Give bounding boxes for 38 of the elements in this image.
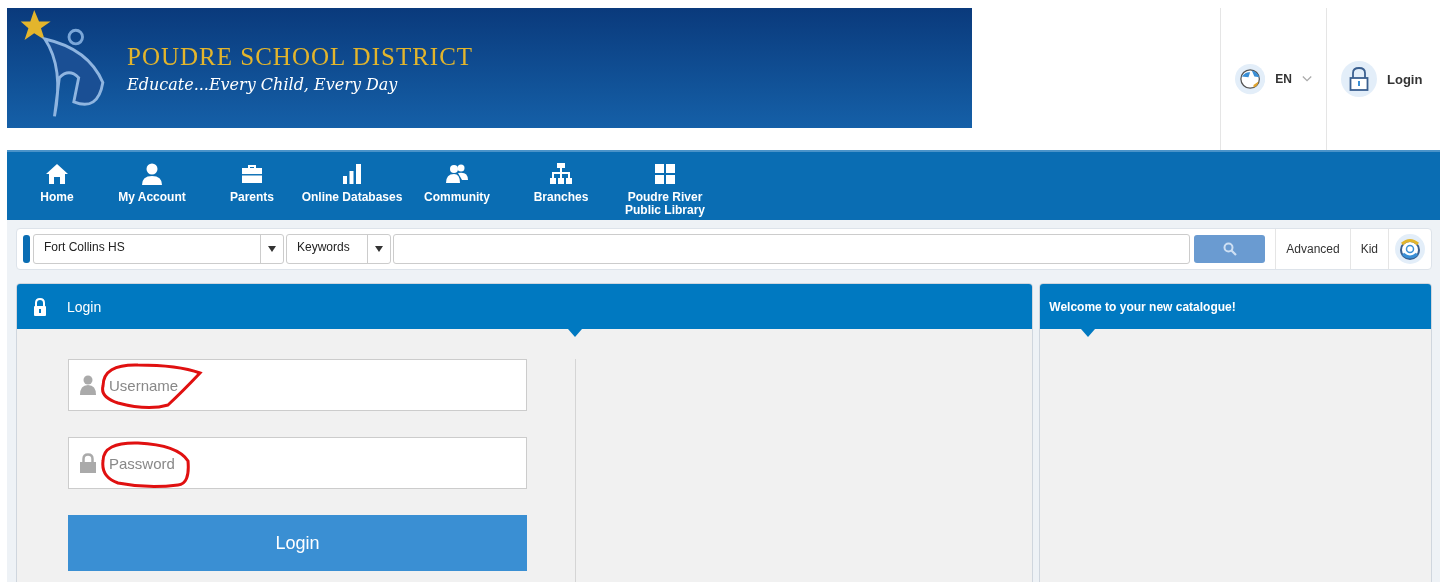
language-selector[interactable]: EN	[1275, 72, 1292, 86]
accent-bar	[23, 235, 30, 263]
person-icon	[80, 375, 96, 395]
caret-icon	[375, 246, 383, 252]
search-icon	[1222, 242, 1237, 256]
lock-icon[interactable]	[1341, 61, 1377, 97]
bar-chart-icon	[340, 162, 364, 186]
district-name: POUDRE SCHOOL DISTRICT	[127, 42, 474, 71]
person-icon	[140, 162, 164, 186]
login-button[interactable]: Login	[68, 515, 527, 571]
search-field-dropdown[interactable]: Keywords	[286, 234, 391, 264]
home-icon	[45, 162, 69, 186]
lock-icon	[33, 297, 47, 316]
briefcase-icon	[240, 162, 264, 186]
padlock-icon	[80, 453, 96, 473]
hierarchy-icon	[549, 162, 573, 186]
globe-icon[interactable]	[1235, 61, 1266, 97]
search-input[interactable]	[393, 234, 1191, 264]
help-icon[interactable]	[1395, 234, 1425, 264]
panel-title: Login	[67, 298, 102, 315]
people-icon	[445, 162, 469, 186]
panel-title: Welcome to your new catalogue!	[1049, 299, 1236, 314]
nav-item[interactable]: Home	[27, 152, 87, 220]
caret-icon	[268, 246, 276, 252]
nav-item[interactable]: Poudre River Public Library	[615, 152, 715, 220]
login-link[interactable]: Login	[1387, 71, 1423, 87]
nav-item[interactable]: Parents	[207, 152, 297, 220]
nav-item[interactable]: Community	[407, 152, 507, 220]
grid-icon	[653, 162, 677, 186]
district-tagline: Educate...Every Child, Every Day	[127, 74, 399, 94]
search-link[interactable]: Advanced	[1275, 229, 1350, 269]
nav-item[interactable]: My Account	[97, 152, 207, 220]
password-field[interactable]: Password	[68, 437, 527, 489]
nav-item[interactable]: Branches	[507, 152, 615, 220]
library-dropdown[interactable]: Fort Collins HS	[33, 234, 284, 264]
username-field[interactable]: Username	[68, 359, 527, 411]
search-link[interactable]: Kid	[1349, 229, 1388, 269]
nav-item[interactable]: Online Databases	[297, 152, 407, 220]
